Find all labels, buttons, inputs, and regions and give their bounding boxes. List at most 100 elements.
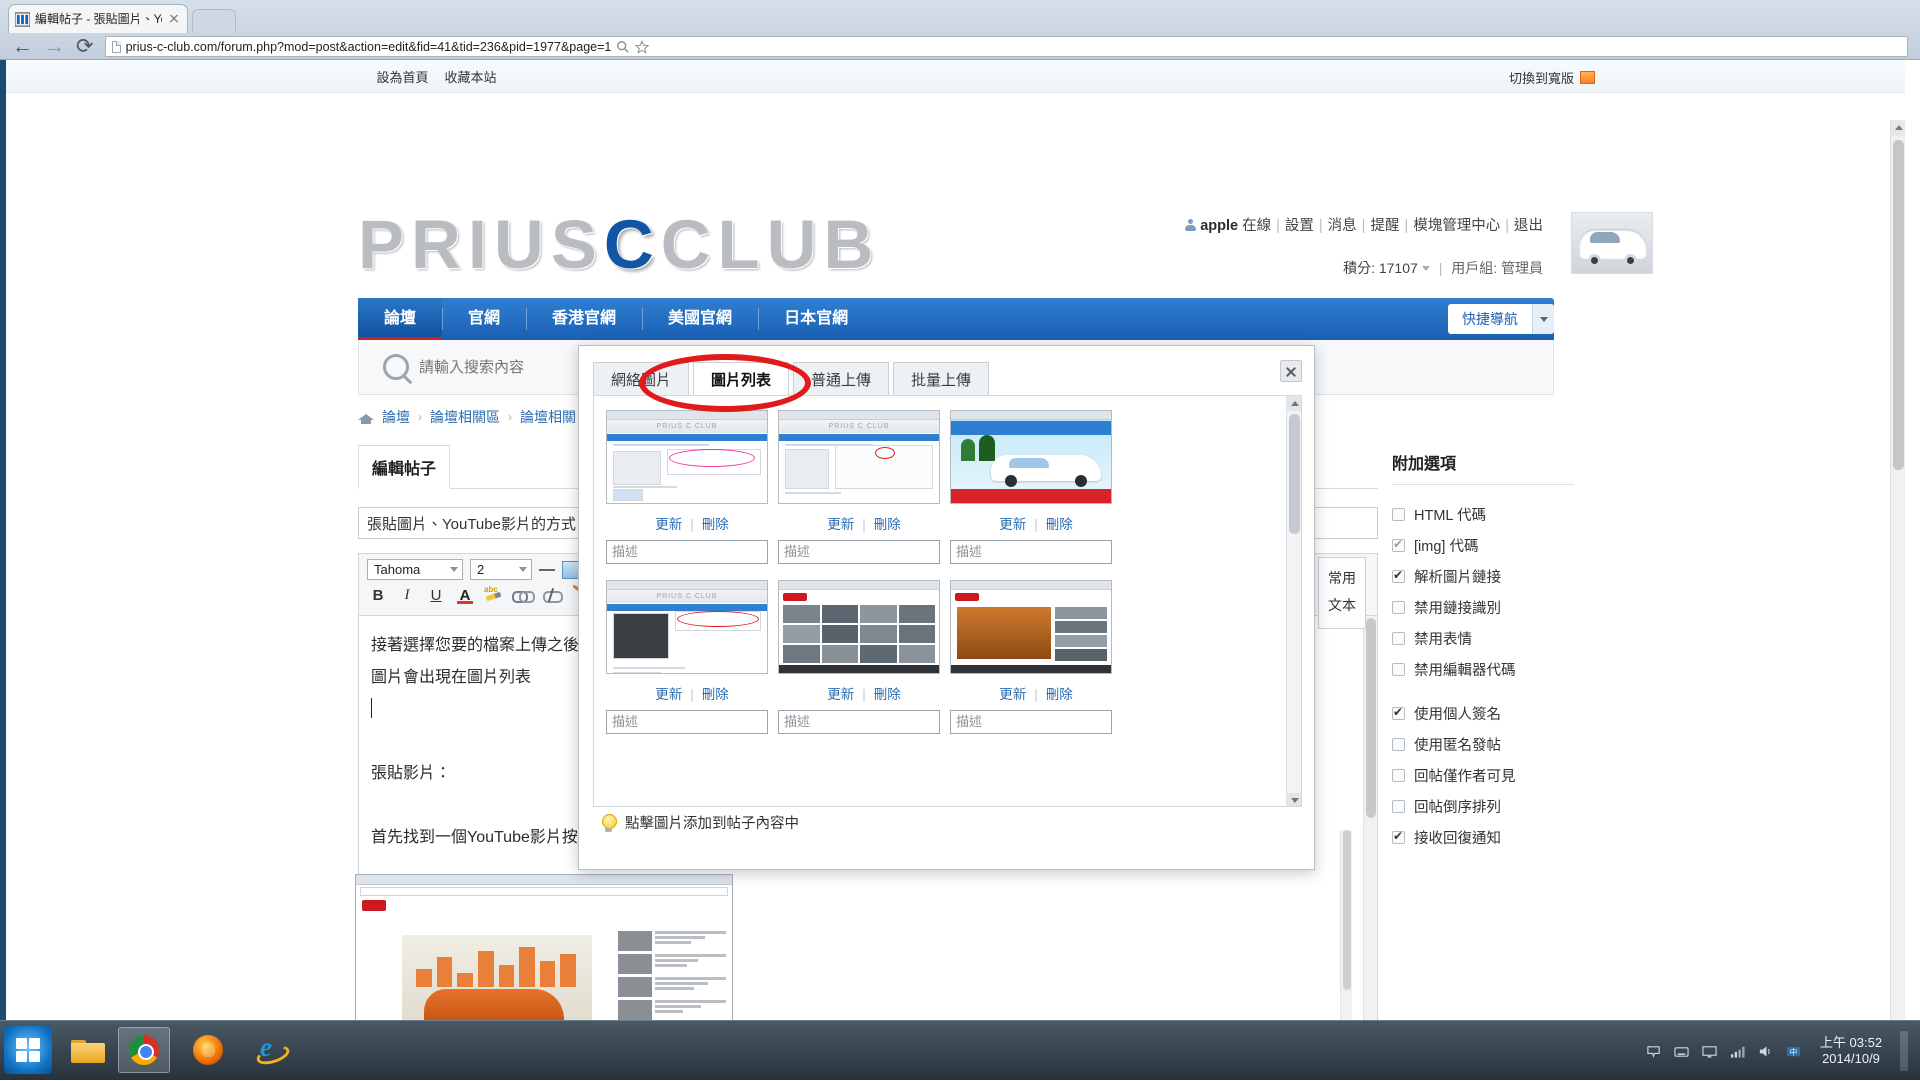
editor-scrollbar[interactable] <box>1363 616 1377 1020</box>
checkbox[interactable] <box>1392 508 1405 521</box>
scroll-up-icon[interactable] <box>1287 396 1301 411</box>
back-arrow-icon[interactable]: ← <box>12 36 33 57</box>
checkbox[interactable] <box>1392 663 1405 676</box>
option-reply-reverse-order[interactable]: 回帖倒序排列 <box>1392 791 1592 822</box>
checkbox[interactable] <box>1392 601 1405 614</box>
inner-column-scrollbar[interactable] <box>1340 830 1352 1020</box>
breadcrumb-item-0[interactable]: 論壇 <box>382 407 410 427</box>
taskbar-app-internet-explorer[interactable] <box>244 1027 296 1073</box>
monitor-icon[interactable] <box>1701 1044 1718 1059</box>
start-button[interactable] <box>4 1026 52 1074</box>
search-icon[interactable] <box>383 354 409 380</box>
checkbox[interactable] <box>1392 632 1405 645</box>
image-thumbnail[interactable] <box>950 580 1112 674</box>
close-icon[interactable] <box>167 12 181 26</box>
option-disable-link-detect[interactable]: 禁用鏈接識別 <box>1392 592 1592 623</box>
tab-normal-upload[interactable]: 普通上傳 <box>793 362 890 396</box>
messages-link[interactable]: 消息 <box>1328 218 1357 234</box>
font-color-icon[interactable]: A <box>454 585 476 605</box>
delete-link[interactable]: 刪除 <box>702 517 729 532</box>
delete-link[interactable]: 刪除 <box>874 517 901 532</box>
settings-link[interactable]: 設置 <box>1285 218 1314 234</box>
home-icon[interactable] <box>358 410 374 424</box>
keyboard-icon[interactable] <box>1673 1044 1690 1059</box>
bold-icon[interactable]: B <box>367 585 389 605</box>
update-link[interactable]: 更新 <box>827 517 854 532</box>
spellcheck-icon[interactable] <box>484 585 504 604</box>
taskbar-app-google-chrome[interactable] <box>118 1027 170 1073</box>
option-parse-image-link[interactable]: 解析圖片鏈接 <box>1392 561 1592 592</box>
points-link[interactable]: 積分: 17107 <box>1343 260 1418 276</box>
image-thumbnail[interactable] <box>950 410 1112 504</box>
scroll-down-icon[interactable] <box>1287 793 1301 806</box>
forward-arrow-icon[interactable]: → <box>44 36 65 57</box>
horizontal-rule-icon[interactable] <box>539 568 555 571</box>
delete-link[interactable]: 刪除 <box>874 687 901 702</box>
delete-link[interactable]: 刪除 <box>1046 687 1073 702</box>
checkbox[interactable] <box>1392 829 1405 844</box>
breadcrumb-item-2[interactable]: 論壇相關 <box>520 407 576 427</box>
delete-link[interactable]: 刪除 <box>702 687 729 702</box>
tab-image-list[interactable]: 圖片列表 <box>693 362 790 396</box>
notices-link[interactable]: 提醒 <box>1370 218 1399 234</box>
option-html-code[interactable]: HTML 代碼 <box>1392 499 1592 530</box>
update-link[interactable]: 更新 <box>999 517 1026 532</box>
checkbox[interactable] <box>1392 705 1405 720</box>
set-home-link[interactable]: 設為首頁 <box>377 67 429 86</box>
image-thumbnail[interactable] <box>778 580 940 674</box>
logout-link[interactable]: 退出 <box>1514 218 1543 234</box>
nav-item-forum[interactable]: 論壇 <box>358 298 443 340</box>
underline-icon[interactable]: U <box>425 585 447 605</box>
remove-link-icon[interactable] <box>541 587 563 603</box>
update-link[interactable]: 更新 <box>999 687 1026 702</box>
network-icon[interactable] <box>1729 1044 1746 1059</box>
show-desktop-button[interactable] <box>1900 1031 1908 1071</box>
option-reply-author-only[interactable]: 回帖僅作者可見 <box>1392 760 1592 791</box>
browser-tab[interactable]: 編輯帖子 - 張貼圖片、You <box>8 4 188 33</box>
username-link[interactable]: apple <box>1200 218 1238 234</box>
checkbox[interactable] <box>1392 738 1405 751</box>
delete-link[interactable]: 刪除 <box>1046 517 1073 532</box>
checkbox[interactable] <box>1392 769 1405 782</box>
breadcrumb-item-1[interactable]: 論壇相關區 <box>430 407 500 427</box>
font-size-select[interactable]: 2 <box>470 559 532 580</box>
action-center-icon[interactable] <box>1645 1044 1662 1059</box>
quick-nav-button[interactable]: 快捷導航 <box>1448 304 1554 334</box>
option-use-signature[interactable]: 使用個人簽名 <box>1392 698 1592 729</box>
tab-batch-upload[interactable]: 批量上傳 <box>893 362 990 396</box>
image-thumbnail[interactable]: PRIUS C CLUB <box>606 410 768 504</box>
checkbox[interactable] <box>1392 568 1405 583</box>
language-icon[interactable]: 中 <box>1785 1044 1802 1059</box>
address-bar[interactable]: prius-c-club.com/forum.php?mod=post&acti… <box>104 36 1908 57</box>
switch-wide-toggle[interactable]: 切換到寬版 <box>1509 68 1595 87</box>
checkbox[interactable] <box>1392 537 1405 552</box>
option-receive-reply-notice[interactable]: 接收回復通知 <box>1392 822 1592 853</box>
taskbar-clock[interactable]: 上午 03:52 2014/10/9 <box>1813 1035 1889 1067</box>
description-input[interactable]: 描述 <box>606 540 768 564</box>
magnifier-icon[interactable] <box>616 40 630 54</box>
new-tab-button[interactable] <box>192 9 236 33</box>
checkbox[interactable] <box>1392 800 1405 813</box>
italic-icon[interactable]: I <box>396 585 418 605</box>
taskbar-app-firefox[interactable] <box>182 1027 234 1073</box>
update-link[interactable]: 更新 <box>827 687 854 702</box>
reload-icon[interactable]: ⟳ <box>76 36 94 57</box>
chevron-down-icon[interactable] <box>1421 266 1430 271</box>
nav-item-official[interactable]: 官網 <box>442 298 526 340</box>
insert-link-icon[interactable] <box>512 587 535 603</box>
font-family-select[interactable]: Tahoma <box>367 559 463 580</box>
common-text-button[interactable]: 常用 文本 <box>1318 557 1366 629</box>
nav-item-jp-official[interactable]: 日本官網 <box>758 298 874 340</box>
update-link[interactable]: 更新 <box>655 687 682 702</box>
image-thumbnail[interactable]: PRIUS C CLUB <box>778 410 940 504</box>
tab-network-image[interactable]: 網絡圖片 <box>593 362 690 396</box>
scrollbar-thumb[interactable] <box>1289 414 1300 534</box>
page-scrollbar[interactable] <box>1890 120 1905 1020</box>
nav-item-us-official[interactable]: 美國官網 <box>642 298 758 340</box>
description-input[interactable]: 描述 <box>778 710 940 734</box>
dialog-scrollbar[interactable] <box>1286 396 1301 806</box>
description-input[interactable]: 描述 <box>778 540 940 564</box>
option-disable-editor-code[interactable]: 禁用編輯器代碼 <box>1392 654 1592 685</box>
module-admin-link[interactable]: 模塊管理中心 <box>1413 218 1500 234</box>
site-logo[interactable]: PRIUSCCLUB <box>358 206 1093 284</box>
